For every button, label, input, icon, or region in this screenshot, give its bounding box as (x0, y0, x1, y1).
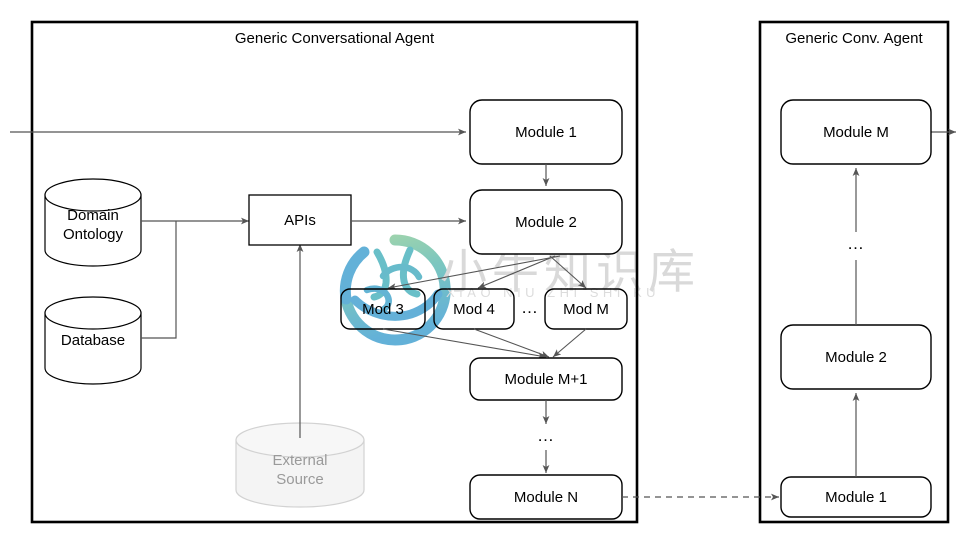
mods-ellipsis-label: … (521, 298, 539, 317)
module2-to-modm-arrow (549, 255, 587, 289)
domain-ontology-cylinder (44, 178, 142, 267)
right-module-2-box (780, 324, 932, 390)
left-panel-title: Generic Conversational Agent (234, 30, 435, 47)
right-module-1-box (780, 476, 932, 518)
database-cylinder (44, 296, 142, 385)
right-module-m-box (780, 99, 932, 165)
module2-to-mod4-arrow (477, 255, 556, 289)
diagram-vector-layer (10, 20, 956, 524)
module-n-ellipsis-label: … (537, 426, 555, 445)
module-1-box (469, 99, 623, 165)
database-to-apis-connector (141, 221, 177, 339)
mod3-to-module-m-plus-1-arrow (382, 328, 547, 359)
module-m-plus-1-box (469, 357, 623, 401)
modm-to-module-m-plus-1-arrow (552, 328, 587, 358)
mod-3-box (340, 288, 426, 330)
right-panel-border (758, 20, 950, 524)
mod-m-box (544, 288, 628, 330)
mod-4-box (433, 288, 515, 330)
module-n-box (469, 474, 623, 520)
right-panel-title: Generic Conv. Agent (785, 30, 923, 47)
diagram-canvas: 小牛知识库 XIAO NIU ZHI SHI KU Generic Conver… (0, 0, 960, 540)
right-panel-ellipsis-label: … (847, 234, 865, 253)
module-2-box (469, 189, 623, 255)
module2-to-mod3-arrow (387, 255, 561, 290)
apis-box (248, 194, 352, 246)
mod4-to-module-m-plus-1-arrow (473, 328, 550, 358)
